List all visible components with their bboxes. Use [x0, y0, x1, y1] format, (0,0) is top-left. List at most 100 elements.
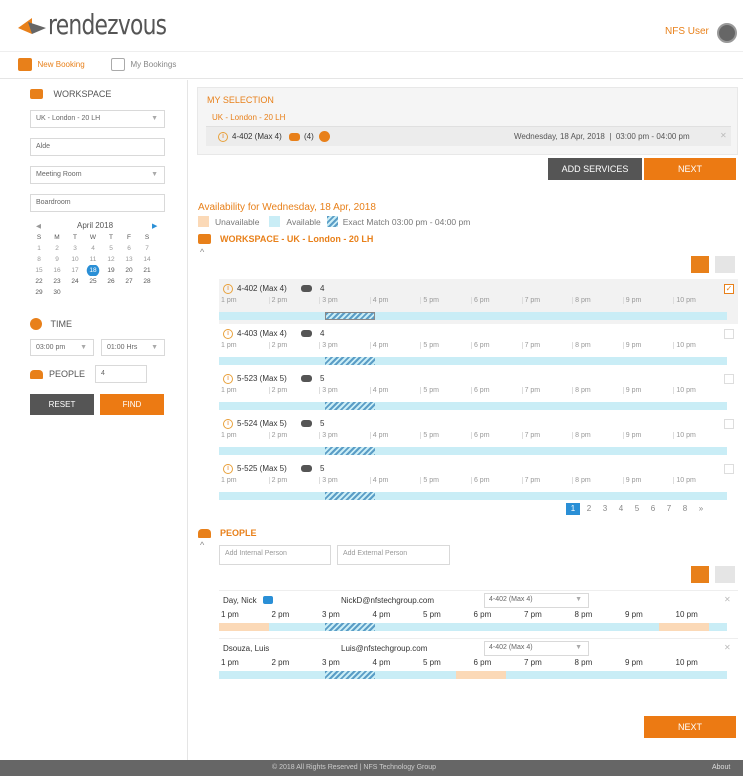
info-icon[interactable]: i: [223, 419, 233, 429]
room-input[interactable]: Boardroom: [30, 194, 165, 212]
person-room-select[interactable]: 4-402 (Max 4) ▼: [484, 641, 589, 656]
calendar-day[interactable]: 6: [120, 243, 138, 254]
people-grid-view-icon[interactable]: [691, 566, 709, 583]
next-month-icon[interactable]: ▶: [152, 222, 157, 230]
page-link[interactable]: 8: [678, 503, 692, 515]
internal-person-input[interactable]: Add Internal Person: [219, 545, 331, 565]
calendar-day[interactable]: 3: [66, 243, 84, 254]
room-row[interactable]: i 5-525 (Max 5) 5 1 pm 2 pm 3 pm 4 pm 5 pm 6 pm 7…: [219, 459, 738, 504]
collapse-workspace-icon[interactable]: ^: [200, 247, 204, 257]
page-link[interactable]: 4: [614, 503, 628, 515]
exact-match-bar[interactable]: [325, 402, 375, 410]
calendar-day[interactable]: 9: [48, 254, 66, 265]
people-count-input[interactable]: 4: [95, 365, 147, 383]
location-select[interactable]: UK - London - 20 LH ▼: [30, 110, 165, 128]
search-input[interactable]: Alde: [30, 138, 165, 156]
calendar-day[interactable]: 21: [138, 265, 156, 276]
new-booking-tab[interactable]: New Booking: [18, 58, 85, 71]
calendar-day[interactable]: 7: [138, 243, 156, 254]
external-person-input[interactable]: Add External Person: [337, 545, 450, 565]
room-row[interactable]: i 4-403 (Max 4) 4 1 pm 2 pm 3 pm 4 pm 5 pm 6 pm 7…: [219, 324, 738, 369]
calendar-day[interactable]: 23: [48, 276, 66, 287]
calendar-day[interactable]: 5: [102, 243, 120, 254]
calendar-day[interactable]: 18: [84, 265, 102, 276]
room-checkbox[interactable]: [724, 419, 734, 429]
calendar-day[interactable]: 10: [66, 254, 84, 265]
info-icon[interactable]: i: [218, 132, 228, 142]
page-link[interactable]: 1: [566, 503, 580, 515]
calendar-day[interactable]: 8: [30, 254, 48, 265]
room-row[interactable]: i 5-523 (Max 5) 5 1 pm 2 pm 3 pm 4 pm 5 pm 6 pm 7…: [219, 369, 738, 414]
calendar-day[interactable]: 14: [138, 254, 156, 265]
info-icon[interactable]: i: [223, 464, 233, 474]
exact-match-bar[interactable]: [325, 447, 375, 455]
calendar-day[interactable]: 19: [102, 265, 120, 276]
calendar-day[interactable]: 12: [102, 254, 120, 265]
my-bookings-tab[interactable]: My Bookings: [111, 58, 176, 71]
page-link[interactable]: 5: [630, 503, 644, 515]
next-page-icon[interactable]: »: [694, 503, 708, 515]
hour-label: 3 pm: [322, 658, 340, 667]
calendar-day[interactable]: 17: [66, 265, 84, 276]
room-row[interactable]: i 5-524 (Max 5) 5 1 pm 2 pm 3 pm 4 pm 5 pm 6 pm 7…: [219, 414, 738, 459]
reset-button[interactable]: RESET: [30, 394, 94, 415]
info-icon[interactable]: i: [223, 374, 233, 384]
legend-unavailable-swatch: [198, 216, 209, 227]
about-link[interactable]: About: [712, 764, 730, 771]
chevron-down-icon: ▼: [151, 171, 158, 178]
exact-match-bar[interactable]: [325, 312, 375, 320]
avatar[interactable]: [717, 23, 737, 43]
page-link[interactable]: 7: [662, 503, 676, 515]
calendar-day[interactable]: 27: [120, 276, 138, 287]
info-icon[interactable]: i: [223, 329, 233, 339]
exact-match-bar[interactable]: [325, 357, 375, 365]
room-checkbox[interactable]: [724, 374, 734, 384]
prev-month-icon[interactable]: ◀: [36, 222, 41, 230]
calendar-day[interactable]: 15: [30, 265, 48, 276]
type-select[interactable]: Meeting Room ▼: [30, 166, 165, 184]
people-list-view-icon[interactable]: [715, 566, 735, 583]
remove-selection-icon[interactable]: ✕: [720, 131, 727, 140]
hour-label: 4 pm: [369, 477, 421, 484]
calendar-day[interactable]: 2: [48, 243, 66, 254]
find-button[interactable]: FIND: [100, 394, 164, 415]
calendar-day[interactable]: 11: [84, 254, 102, 265]
calendar-day[interactable]: 16: [48, 265, 66, 276]
hour-label: 1 pm: [221, 297, 237, 304]
remove-person-icon[interactable]: ✕: [724, 595, 731, 604]
next-button-bottom[interactable]: NEXT: [644, 716, 736, 738]
calendar-day[interactable]: 13: [120, 254, 138, 265]
calendar-day[interactable]: 25: [84, 276, 102, 287]
unavailable-block: [219, 623, 269, 631]
calendar-day[interactable]: 1: [30, 243, 48, 254]
calendar-day[interactable]: 24: [66, 276, 84, 287]
person-room-select[interactable]: 4-402 (Max 4) ▼: [484, 593, 589, 608]
next-button-top[interactable]: NEXT: [644, 158, 736, 180]
room-checkbox[interactable]: [724, 464, 734, 474]
list-view-icon[interactable]: [715, 256, 735, 273]
time-duration-select[interactable]: 01:00 Hrs ▼: [101, 339, 165, 356]
calendar-day[interactable]: 26: [102, 276, 120, 287]
user-name[interactable]: NFS User: [665, 26, 709, 37]
page-link[interactable]: 3: [598, 503, 612, 515]
exact-match-bar[interactable]: [325, 492, 375, 500]
remove-person-icon[interactable]: ✕: [724, 643, 731, 652]
calendar-day[interactable]: 4: [84, 243, 102, 254]
calendar-day[interactable]: 30: [48, 287, 66, 298]
room-row[interactable]: i 4-402 (Max 4) 4 1 pm 2 pm 3 pm 4 pm 5 pm 6 pm 7…: [219, 279, 738, 324]
gear-icon[interactable]: [319, 131, 330, 142]
page-link[interactable]: 6: [646, 503, 660, 515]
calendar-day[interactable]: 20: [120, 265, 138, 276]
room-checkbox[interactable]: [724, 329, 734, 339]
legend-available-swatch: [269, 216, 281, 227]
grid-view-icon[interactable]: [691, 256, 709, 273]
calendar-day[interactable]: 22: [30, 276, 48, 287]
add-services-button[interactable]: ADD SERVICES: [548, 158, 642, 180]
calendar-day[interactable]: 28: [138, 276, 156, 287]
info-icon[interactable]: i: [223, 284, 233, 294]
collapse-people-icon[interactable]: ^: [200, 540, 204, 550]
room-checkbox[interactable]: ✓: [724, 284, 734, 294]
page-link[interactable]: 2: [582, 503, 596, 515]
calendar-day[interactable]: 29: [30, 287, 48, 298]
time-start-select[interactable]: 03:00 pm ▼: [30, 339, 94, 356]
